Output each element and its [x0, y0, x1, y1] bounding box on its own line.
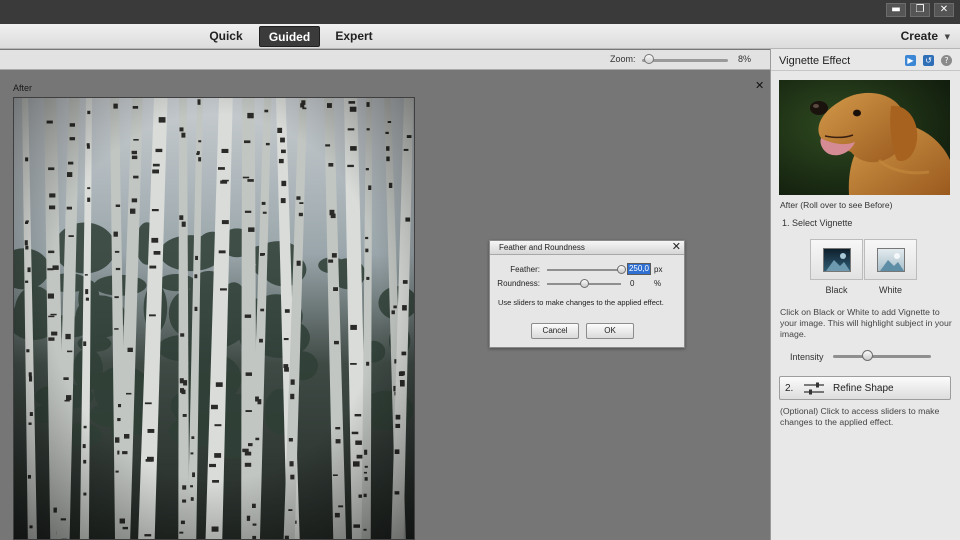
- feather-roundness-dialog: Feather and Roundness ✕ Feather: 250,0 p…: [489, 240, 685, 348]
- title-bar: ▬ ❐ ✕: [0, 0, 960, 24]
- zoom-slider-track[interactable]: [642, 59, 728, 62]
- after-label: After: [13, 83, 33, 93]
- play-icon[interactable]: ▶: [905, 55, 916, 66]
- tab-quick[interactable]: Quick: [198, 26, 254, 47]
- intensity-label: Intensity: [790, 352, 824, 362]
- white-vignette-icon: [877, 248, 905, 272]
- ok-button[interactable]: OK: [586, 323, 634, 339]
- vignette-panel: Vignette Effect ▶ ↺ ? After (Roll over t…: [770, 49, 960, 540]
- black-vignette-icon: [823, 248, 851, 272]
- refine-description: (Optional) Click to access sliders to ma…: [780, 406, 940, 427]
- vignette-description: Click on Black or White to add Vignette …: [780, 307, 952, 339]
- zoom-label: Zoom:: [610, 54, 636, 64]
- white-vignette-button[interactable]: [864, 239, 917, 280]
- mode-bar: Quick Guided Expert Create ▼: [0, 24, 960, 49]
- zoom-bar: Zoom: 8%: [0, 50, 770, 70]
- feather-slider-thumb[interactable]: [616, 265, 626, 274]
- help-icon[interactable]: ?: [941, 55, 952, 66]
- minimize-icon[interactable]: ▬: [886, 3, 906, 17]
- roundness-value: 0: [630, 279, 635, 288]
- dialog-close-icon[interactable]: ✕: [672, 240, 681, 253]
- create-button[interactable]: Create: [901, 24, 938, 49]
- intensity-slider-track[interactable]: [833, 355, 931, 358]
- sliders-icon: [804, 382, 824, 395]
- dialog-title-bar: Feather and Roundness ✕: [490, 240, 684, 255]
- step1-label: 1. Select Vignette: [782, 218, 853, 228]
- intensity-slider-thumb[interactable]: [861, 350, 873, 361]
- feather-unit: px: [654, 265, 663, 274]
- panel-title: Vignette Effect: [779, 55, 851, 67]
- window-controls: ▬ ❐ ✕: [886, 3, 954, 17]
- dialog-help-text: Use sliders to make changes to the appli…: [498, 298, 664, 307]
- dog-preview-image: [779, 80, 950, 195]
- chevron-down-icon[interactable]: ▼: [945, 33, 950, 41]
- zoom-slider-thumb[interactable]: [643, 54, 654, 64]
- close-icon[interactable]: ✕: [755, 79, 764, 92]
- feather-input[interactable]: 250,0: [627, 263, 651, 275]
- panel-header: Vignette Effect ▶ ↺ ?: [771, 49, 960, 71]
- refine-shape-button[interactable]: 2. Refine Shape: [779, 376, 951, 400]
- birch-forest-image: [13, 97, 415, 540]
- feather-slider-track[interactable]: [547, 269, 621, 271]
- white-label: White: [878, 285, 902, 295]
- zoom-value: 8%: [738, 54, 752, 64]
- refine-shape-label: Refine Shape: [833, 383, 894, 394]
- dialog-title: Feather and Roundness: [499, 243, 585, 252]
- restore-icon[interactable]: ❐: [910, 3, 930, 17]
- close-window-icon[interactable]: ✕: [934, 3, 954, 17]
- feather-label: Feather:: [510, 265, 540, 274]
- tab-guided[interactable]: Guided: [259, 26, 320, 47]
- undo-icon[interactable]: ↺: [923, 55, 934, 66]
- roundness-slider-thumb[interactable]: [579, 279, 589, 288]
- roundness-label: Roundness:: [497, 279, 540, 288]
- tab-expert[interactable]: Expert: [326, 26, 382, 47]
- cancel-button[interactable]: Cancel: [531, 323, 579, 339]
- refine-step-number: 2.: [785, 383, 794, 394]
- roundness-unit: %: [654, 279, 662, 288]
- black-label: Black: [825, 285, 848, 295]
- black-vignette-button[interactable]: [810, 239, 863, 280]
- after-note: After (Roll over to see Before): [780, 200, 893, 210]
